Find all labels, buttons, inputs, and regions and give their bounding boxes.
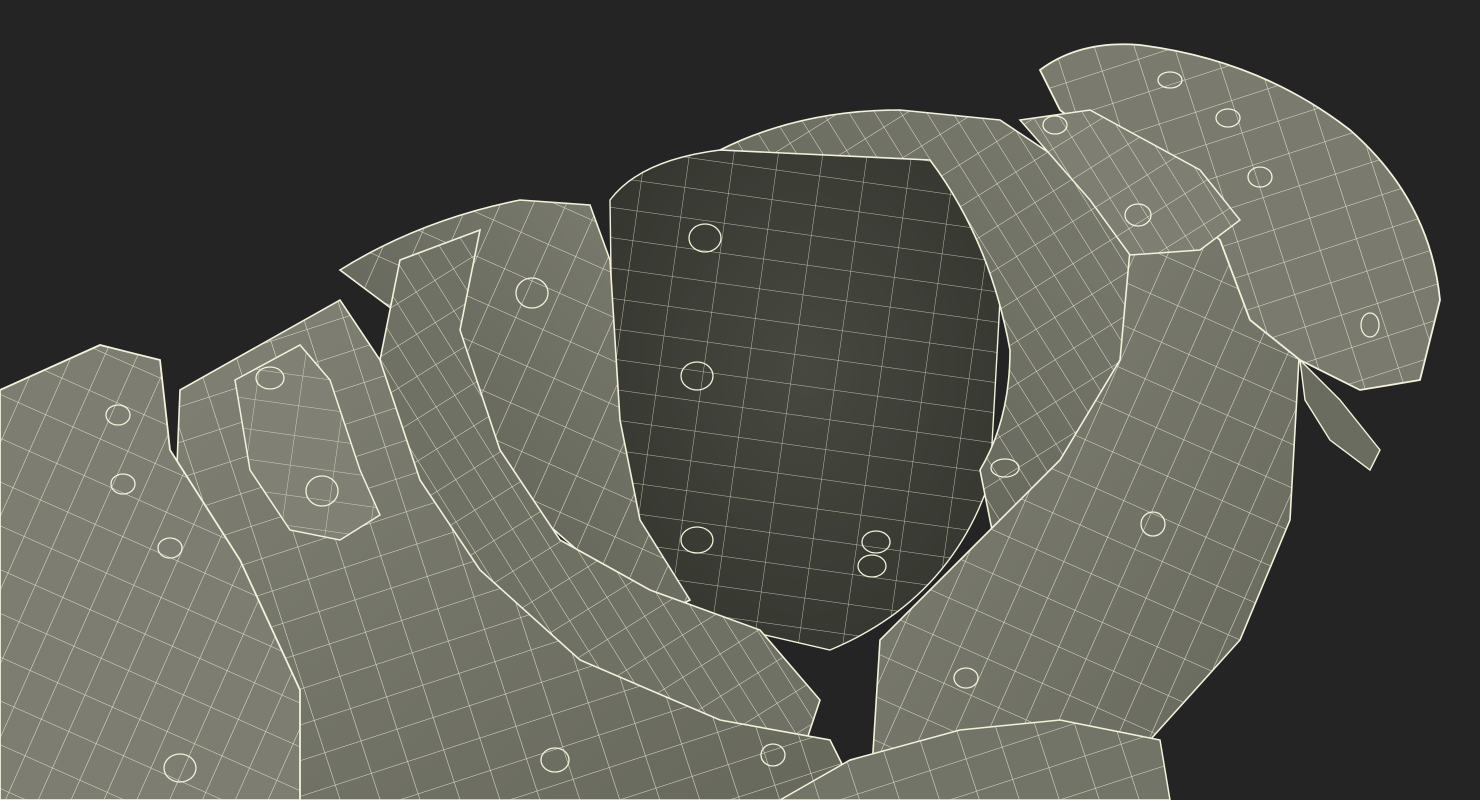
wireframe-render <box>0 43 1441 800</box>
viewport <box>0 0 1480 800</box>
